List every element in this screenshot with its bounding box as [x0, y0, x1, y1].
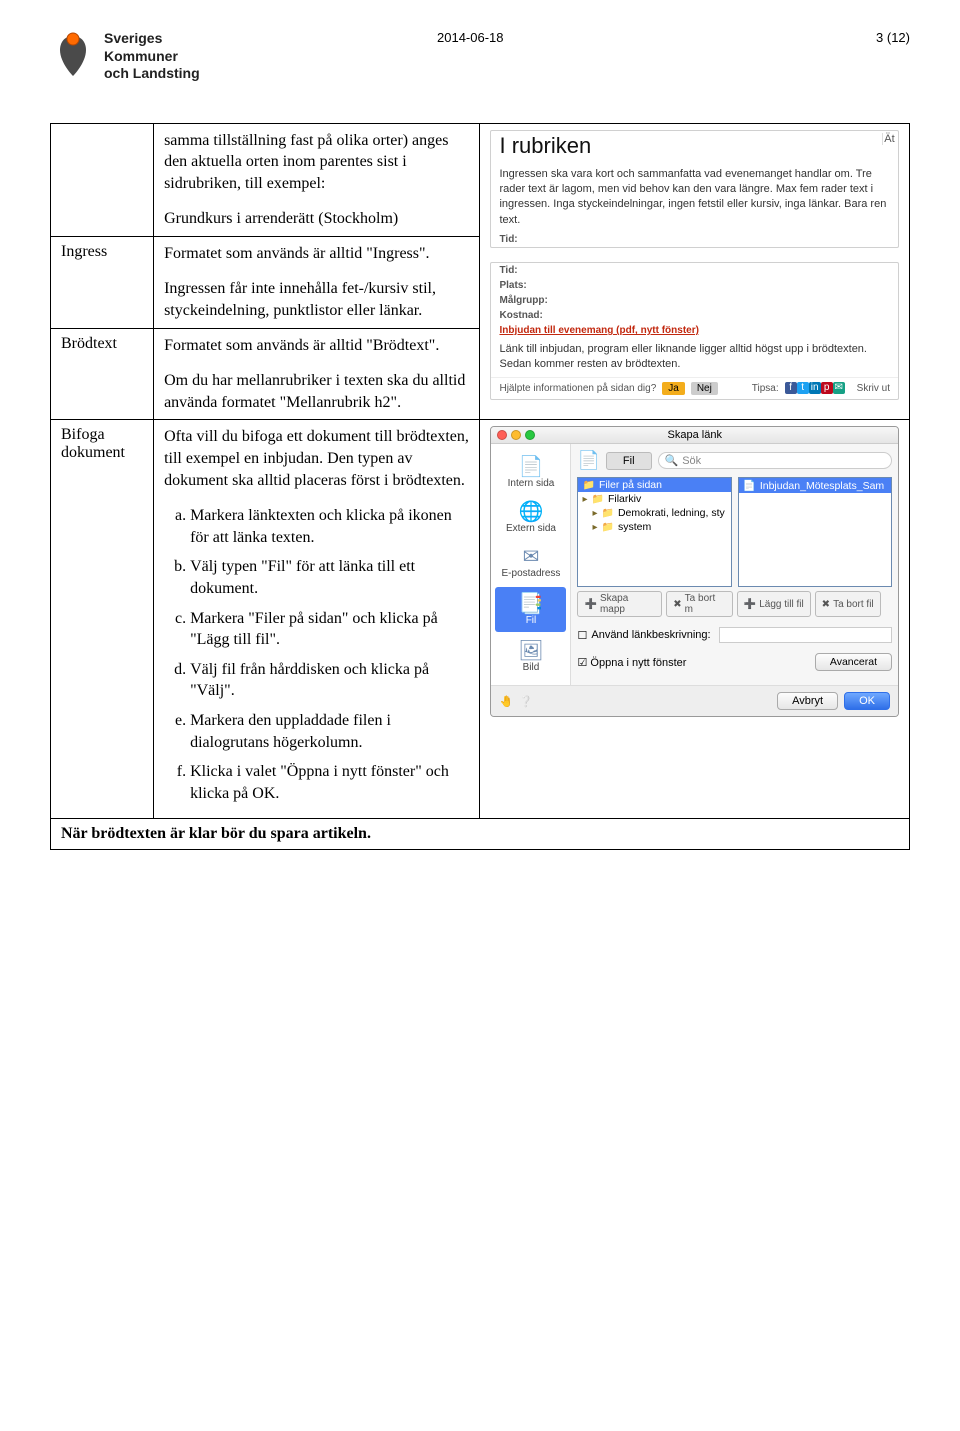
add-file-button[interactable]: ➕Lägg till fil	[737, 591, 811, 617]
search-input[interactable]: 🔍 Sök	[658, 452, 892, 469]
ingress-p1: Formatet som används är alltid "Ingress"…	[164, 243, 469, 265]
tree-filarkiv: ▸📁Filarkiv	[578, 492, 730, 506]
brodtext-p2: Om du har mellanrubriker i texten ska du…	[164, 370, 469, 413]
shot2-desc: Länk till inbjudan, program eller liknan…	[491, 338, 898, 377]
shot2-tipsa: Tipsa:	[752, 383, 779, 394]
screenshot-ingress: Ät I rubriken Ingressen ska vara kort oc…	[490, 130, 899, 249]
cancel-button[interactable]: Avbryt	[777, 692, 838, 710]
x-icon: ✖	[822, 599, 830, 610]
shot2-malgrupp: Målgrupp:	[491, 293, 898, 308]
delete-folder-button[interactable]: ✖Ta bort m	[666, 591, 732, 617]
dialog-sidebar: 📄 Intern sida 🌐 Extern sida ✉︎ E-postadr…	[491, 444, 571, 685]
footer-note: När brödtexten är klar bör du spara arti…	[51, 819, 910, 850]
fil-tab-icon: 📄	[577, 450, 599, 471]
sidebar-item-extern[interactable]: 🌐 Extern sida	[491, 495, 570, 540]
org-name-line2: Kommuner	[104, 48, 200, 66]
tree-system: ▸📁system	[578, 520, 730, 534]
image-icon: 🖼	[493, 640, 568, 662]
ingress-p2: Ingressen får inte innehålla fet-/kursiv…	[164, 278, 469, 321]
skl-logo-icon	[50, 30, 96, 82]
bifoga-e: Markera den uppladdade filen i dialogrut…	[190, 710, 469, 753]
bifoga-label: Bifoga dokument	[51, 420, 154, 819]
search-icon: 🔍	[665, 454, 679, 467]
page-icon: 📄	[493, 456, 568, 478]
use-link-description[interactable]: ☐ Använd länkbeskrivning:	[577, 627, 892, 643]
file-icon: 📑	[497, 593, 564, 615]
tab-fil[interactable]: Fil	[606, 452, 652, 470]
row0-p2: Grundkurs i arrenderätt (Stockholm)	[164, 208, 469, 230]
bifoga-d: Välj fil från hårddisken och klicka på "…	[190, 659, 469, 702]
plus-icon: ➕	[744, 599, 756, 610]
dialog-title: Skapa länk	[491, 429, 898, 441]
help-icon[interactable]: ❔	[519, 695, 533, 708]
page-header: Sveriges Kommuner och Landsting 2014-06-…	[50, 30, 910, 83]
link-desc-input[interactable]	[719, 627, 892, 643]
shot2-kostnad: Kostnad:	[491, 308, 898, 323]
shot1-desc: Ingressen ska vara kort och sammanfatta …	[491, 163, 898, 233]
globe-icon: 🌐	[493, 501, 568, 523]
org-name-line3: och Landsting	[104, 65, 200, 83]
bifoga-a: Markera länktexten och klicka på ikonen …	[190, 505, 469, 548]
close-icon	[497, 430, 507, 440]
shot2-tid: Tid:	[491, 263, 898, 278]
ok-button[interactable]: OK	[844, 692, 890, 710]
hand-icon: 🤚	[499, 695, 513, 708]
window-controls[interactable]	[497, 430, 535, 440]
org-name-line1: Sveriges	[104, 30, 200, 48]
bifoga-f: Klicka i valet "Öppna i nytt fönster" oc…	[190, 761, 469, 804]
zoom-icon	[525, 430, 535, 440]
minimize-icon	[511, 430, 521, 440]
ingress-label: Ingress	[51, 236, 154, 328]
shot2-question: Hjälpte informationen på sidan dig?	[499, 383, 656, 394]
delete-file-button[interactable]: ✖Ta bort fil	[815, 591, 881, 617]
bifoga-c: Markera "Filer på sidan" och klicka på "…	[190, 608, 469, 651]
shot2-socials[interactable]: ftinp✉	[785, 382, 845, 394]
brodtext-label: Brödtext	[51, 328, 154, 420]
shot1-title: I rubriken	[491, 131, 898, 163]
row0-shot-cell: Ät I rubriken Ingressen ska vara kort oc…	[480, 123, 910, 420]
sidebar-item-fil[interactable]: 📑 Fil	[495, 587, 566, 632]
create-folder-button[interactable]: ➕Skapa mapp	[577, 591, 662, 617]
bifoga-shot-cell: Skapa länk 📄 Intern sida 🌐 Extern sida	[480, 420, 910, 819]
create-link-dialog: Skapa länk 📄 Intern sida 🌐 Extern sida	[490, 426, 899, 717]
plus-icon: ➕	[584, 599, 596, 610]
org-logo: Sveriges Kommuner och Landsting	[50, 30, 200, 83]
shot2-yes[interactable]: Ja	[662, 382, 685, 395]
bifoga-b: Välj typen "Fil" för att länka till ett …	[190, 556, 469, 599]
mail-icon: ✉︎	[493, 546, 568, 568]
shot2-print[interactable]: Skriv ut	[857, 383, 890, 394]
header-pager: 3 (12)	[876, 30, 910, 45]
shot2-link[interactable]: Inbjudan till evenemang (pdf, nytt fönst…	[499, 325, 698, 336]
tree-demokrati: ▸📁Demokrati, ledning, sty	[578, 506, 730, 520]
shot1-tid: Tid:	[491, 232, 898, 247]
checkbox-checked-icon: ☑	[577, 657, 587, 669]
file-inbjudan: 📄Inbjudan_Mötesplats_Sam	[739, 478, 891, 493]
sidebar-item-bild[interactable]: 🖼 Bild	[491, 634, 570, 679]
advanced-button[interactable]: Avancerat	[815, 653, 892, 671]
screenshot-brodtext: Tid: Plats: Målgrupp: Kostnad: Inbjudan …	[490, 262, 899, 400]
x-icon: ✖	[673, 599, 681, 610]
shot2-no[interactable]: Nej	[691, 382, 718, 395]
row0-p1: samma tillställning fast på olika orter)…	[164, 130, 469, 195]
shot1-sidebar: Ät	[882, 133, 896, 145]
row0-label	[51, 123, 154, 236]
left-file-tree[interactable]: 📁Filer på sidan ▸📁Filarkiv ▸📁Demokrati, …	[577, 477, 731, 587]
right-file-list[interactable]: 📄Inbjudan_Mötesplats_Sam	[738, 477, 892, 587]
brodtext-p1: Formatet som används är alltid "Brödtext…	[164, 335, 469, 357]
instruction-table: samma tillställning fast på olika orter)…	[50, 123, 910, 851]
header-date: 2014-06-18	[437, 30, 504, 45]
open-new-window-check[interactable]: ☑ Öppna i nytt fönster	[577, 656, 686, 669]
checkbox-empty-icon: ☐	[577, 629, 587, 642]
shot2-plats: Plats:	[491, 278, 898, 293]
sidebar-item-email[interactable]: ✉︎ E-postadress	[491, 540, 570, 585]
bifoga-p1: Ofta vill du bifoga ett dokument till br…	[164, 426, 469, 491]
tree-filer-pa-sidan: 📁Filer på sidan	[578, 478, 730, 492]
sidebar-item-intern[interactable]: 📄 Intern sida	[491, 450, 570, 495]
